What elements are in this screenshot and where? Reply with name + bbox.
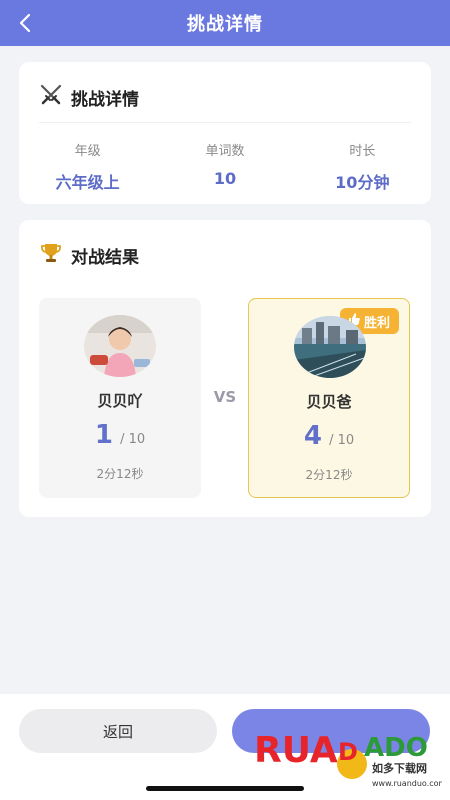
player-card-left: 贝贝吖 1 / 10 2分12秒 (39, 298, 201, 498)
player-time: 2分12秒 (96, 467, 144, 481)
svg-text:ADO: ADO (364, 733, 428, 763)
player-score: 4 / 10 (249, 421, 409, 451)
score-total: / 10 (329, 433, 355, 448)
details-title: 挑战详情 (71, 89, 139, 110)
svg-text:如多下载网: 如多下载网 (372, 761, 427, 775)
stat-label: 年级 (74, 144, 101, 159)
trophy-icon (39, 241, 63, 269)
winner-badge-label: 胜利 (363, 315, 390, 331)
stat-grade: 年级 六年级上 (19, 140, 156, 193)
stat-word-count: 单词数 10 (156, 140, 293, 193)
battle-title: 对战结果 (71, 247, 139, 268)
svg-text:www.ruanduo.com: www.ruanduo.com (372, 779, 442, 788)
battle-result-card: 对战结果 贝贝吖 1 / 10 2分12秒 VS 胜利 贝贝爸 4 / 10 2… (19, 220, 431, 517)
watermark-logo: RUA D ADO 如多下载网 www.ruanduo.com (252, 722, 447, 794)
stat-value: 10分钟 (335, 173, 390, 192)
avatar (294, 316, 366, 378)
stats-row: 年级 六年级上 单词数 10 时长 10分钟 (19, 140, 431, 193)
player-card-right: 胜利 贝贝爸 4 / 10 2分12秒 (248, 298, 410, 498)
player-score: 1 / 10 (39, 420, 201, 450)
score-total: / 10 (120, 432, 146, 447)
stat-value: 10 (213, 169, 237, 188)
stat-label: 时长 (349, 144, 376, 159)
battle-heading: 对战结果 (39, 242, 139, 268)
app-header: 挑战详情 (0, 0, 450, 46)
return-button[interactable]: 返回 (19, 709, 217, 753)
stat-duration: 时长 10分钟 (294, 140, 431, 193)
player-name: 贝贝吖 (97, 392, 143, 410)
vs-label: VS (213, 388, 237, 406)
back-icon[interactable] (14, 12, 36, 34)
challenge-details-card: 挑战详情 年级 六年级上 单词数 10 时长 10分钟 (19, 62, 431, 204)
svg-text:RUA: RUA (254, 730, 338, 771)
stat-label: 单词数 (205, 144, 245, 159)
score-value: 1 (94, 420, 113, 450)
player-time: 2分12秒 (305, 468, 353, 482)
page-title: 挑战详情 (187, 14, 263, 35)
avatar (84, 315, 156, 377)
svg-text:D: D (338, 738, 358, 766)
details-heading: 挑战详情 (39, 84, 139, 110)
crossed-swords-icon (39, 83, 63, 111)
score-value: 4 (303, 421, 322, 451)
stat-value: 六年级上 (55, 173, 120, 192)
home-indicator (146, 786, 304, 791)
player-name: 贝贝爸 (306, 393, 352, 411)
divider (39, 122, 411, 123)
